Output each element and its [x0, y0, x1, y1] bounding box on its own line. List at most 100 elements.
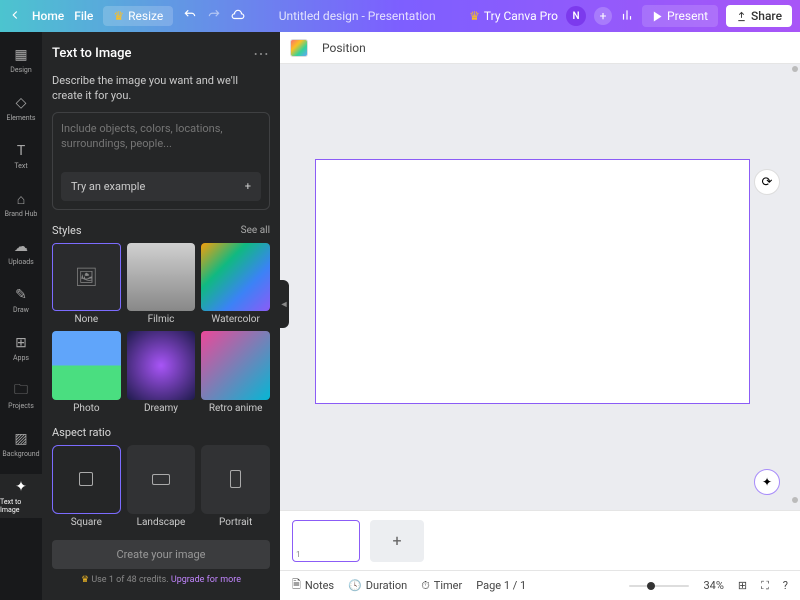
sidebar-item-draw[interactable]: ✎Draw	[0, 282, 42, 318]
left-icon-bar: ▦Design ◇ Elements T Text ⌂Brand Hub ☁Uplo…	[0, 32, 42, 600]
timer-button[interactable]: ⏱ Timer	[421, 579, 462, 593]
sidebar-item-brand[interactable]: ⌂Brand Hub	[0, 186, 42, 222]
more-icon[interactable]: ⋯	[253, 44, 270, 63]
style-label: Photo	[73, 403, 99, 414]
aspect-portrait[interactable]: Portrait	[201, 445, 270, 528]
panel-title: Text to Image	[52, 46, 132, 61]
plus-icon: +	[392, 531, 401, 550]
zoom-value[interactable]: 34%	[703, 579, 723, 592]
sidebar-item-background[interactable]: ▨Background	[0, 426, 42, 462]
present-button[interactable]: Present	[642, 5, 718, 27]
style-watercolor[interactable]: Watercolor	[201, 243, 270, 326]
timer-icon: ⏱	[421, 579, 430, 593]
sparkle-icon: ✦	[12, 478, 30, 496]
image-icon: 🖼	[52, 243, 121, 312]
style-filmic[interactable]: Filmic	[127, 243, 196, 326]
aspect-box	[127, 445, 196, 514]
top-bar: Home File ♛ Resize Untitled design - Pre…	[0, 0, 800, 32]
sidebar-label: Brand Hub	[5, 210, 38, 218]
fullscreen-icon[interactable]: ⛶	[761, 579, 769, 593]
style-photo[interactable]: Photo	[52, 331, 121, 414]
duration-button[interactable]: 🕓Duration	[348, 579, 407, 592]
prompt-box: Try an example +	[52, 112, 270, 210]
add-page-button[interactable]: +	[370, 520, 424, 562]
resize-button[interactable]: ♛ Resize	[103, 6, 173, 26]
style-thumb	[52, 331, 121, 400]
style-retro-anime[interactable]: Retro anime	[201, 331, 270, 414]
zoom-slider[interactable]	[629, 585, 689, 587]
pencil-icon: ✎	[12, 286, 30, 304]
grid-view-icon[interactable]: ⊞	[738, 579, 747, 592]
status-bar: 🗎Notes 🕓Duration ⏱ Timer Page 1 / 1 34% ⊞…	[280, 570, 800, 600]
sidebar-label: Text to Image	[0, 498, 42, 514]
styles-heading: Styles	[52, 224, 82, 237]
style-thumb	[127, 243, 196, 312]
notes-button[interactable]: 🗎Notes	[292, 576, 334, 595]
cloud-sync-icon[interactable]	[231, 8, 245, 25]
plus-icon: +	[245, 180, 251, 193]
sidebar-label: Elements	[6, 114, 35, 122]
document-title[interactable]: Untitled design - Presentation	[245, 9, 469, 23]
sidebar-label: Uploads	[8, 258, 34, 266]
style-none[interactable]: 🖼None	[52, 243, 121, 326]
style-thumb	[201, 243, 270, 312]
pages-strip: 1 +	[280, 510, 800, 570]
try-pro-link[interactable]: ♛ Try Canva Pro	[469, 9, 558, 23]
page-number: 1	[296, 550, 301, 559]
back-icon[interactable]	[8, 8, 22, 25]
file-menu[interactable]: File	[74, 9, 93, 23]
position-button[interactable]: Position	[322, 41, 366, 55]
share-button[interactable]: Share	[726, 5, 792, 27]
try-pro-label: Try Canva Pro	[484, 9, 558, 23]
style-label: Watercolor	[211, 314, 259, 325]
home-link[interactable]: Home	[32, 9, 64, 23]
color-picker-button[interactable]	[290, 39, 308, 57]
regenerate-button[interactable]: ⟳	[754, 169, 780, 195]
try-example-button[interactable]: Try an example +	[61, 172, 261, 201]
sidebar-item-design[interactable]: ▦Design	[0, 42, 42, 78]
duration-label: Duration	[366, 579, 407, 592]
help-icon[interactable]: ?	[783, 579, 788, 592]
slide-canvas[interactable]	[315, 159, 750, 404]
undo-icon[interactable]	[183, 8, 197, 25]
example-label: Try an example	[71, 180, 145, 193]
zoom-knob[interactable]	[647, 582, 655, 590]
timer-label: Timer	[434, 579, 462, 592]
vertical-scrollbar[interactable]	[790, 66, 800, 503]
sidebar-item-elements[interactable]: ◇ Elements	[0, 90, 42, 126]
crown-icon: ♛	[81, 575, 89, 585]
add-member-button[interactable]: +	[594, 7, 612, 25]
canvas-area: Position ⟳ ✦ 1 + 🗎Notes 🕓Duration ⏱ Timer…	[280, 32, 800, 600]
create-image-button[interactable]: Create your image	[52, 540, 270, 569]
prompt-input[interactable]	[61, 121, 261, 161]
sidebar-item-apps[interactable]: ⊞Apps	[0, 330, 42, 366]
upgrade-link[interactable]: Upgrade for more	[171, 575, 241, 585]
aspect-square[interactable]: Square	[52, 445, 121, 528]
page-indicator: Page 1 / 1	[476, 579, 526, 592]
see-all-link[interactable]: See all	[241, 225, 270, 236]
sidebar-label: Text	[14, 162, 27, 170]
style-dreamy[interactable]: Dreamy	[127, 331, 196, 414]
shapes-icon: ◇	[12, 94, 30, 112]
canvas-body[interactable]: ⟳ ✦	[280, 64, 800, 510]
crown-icon: ♛	[113, 9, 124, 23]
refresh-icon: ⟳	[762, 175, 773, 190]
collapse-panel-button[interactable]: ◄	[279, 280, 289, 328]
page-thumbnail[interactable]: 1	[292, 520, 360, 562]
sidebar-item-text[interactable]: T Text	[0, 138, 42, 174]
redo-icon[interactable]	[207, 8, 221, 25]
context-toolbar: Position	[280, 32, 800, 64]
aspect-landscape[interactable]: Landscape	[127, 445, 196, 528]
sidebar-item-projects[interactable]: 🗀Projects	[0, 378, 42, 414]
style-label: Filmic	[148, 314, 175, 325]
sidebar-label: Projects	[8, 402, 34, 410]
aspect-label: Portrait	[219, 517, 252, 528]
text-icon: T	[12, 142, 30, 160]
sidebar-item-uploads[interactable]: ☁Uploads	[0, 234, 42, 270]
sparkle-icon: ✦	[762, 475, 772, 489]
analytics-icon[interactable]	[620, 8, 634, 25]
avatar[interactable]: N	[566, 6, 586, 26]
sidebar-item-text-to-image[interactable]: ✦ Text to Image	[0, 474, 42, 518]
magic-button[interactable]: ✦	[754, 469, 780, 495]
resize-label: Resize	[128, 9, 163, 23]
